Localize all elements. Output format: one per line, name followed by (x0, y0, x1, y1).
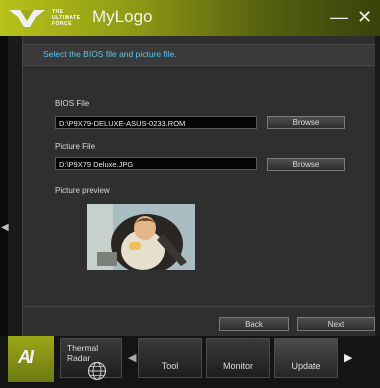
title-bar: THE ULTIMATE FORCE MyLogo — ✕ (0, 0, 380, 36)
next-button[interactable]: Next (297, 317, 375, 331)
bios-file-label: BIOS File (55, 99, 90, 108)
left-rail: ◀ (0, 36, 9, 336)
tuf-logo-icon (9, 10, 45, 27)
bios-browse-button[interactable]: Browse (267, 116, 345, 129)
dock-right-arrow-icon[interactable]: ▶ (344, 351, 352, 364)
app-title: MyLogo (92, 7, 153, 26)
update-button[interactable]: Update (274, 338, 338, 378)
thermal-radar-label-line1: Thermal (67, 343, 99, 353)
picture-preview (87, 204, 195, 270)
monitor-label: Monitor (222, 361, 253, 371)
close-button[interactable]: ✕ (357, 7, 372, 27)
brand-tagline: THE ULTIMATE FORCE (52, 9, 81, 27)
left-arrow-icon[interactable]: ◀ (1, 222, 9, 233)
instruction-text: Select the BIOS file and picture file. (43, 49, 177, 59)
back-button[interactable]: Back (219, 317, 289, 331)
tool-button[interactable]: Tool (138, 338, 202, 378)
bottom-dock: AI Thermal Radar ◀ Tool Monitor Update ▶ (0, 336, 380, 388)
footer-divider (22, 306, 374, 307)
instruction-bar: Select the BIOS file and picture file. (23, 44, 375, 66)
thermal-radar-button[interactable]: Thermal Radar (60, 338, 122, 381)
picture-file-label: Picture File (55, 142, 96, 151)
bios-file-field[interactable]: D:\P9X79-DELUXE-ASUS-0233.ROM (55, 116, 257, 129)
tool-label: Tool (161, 361, 179, 371)
dock-left-arrow-icon[interactable]: ◀ (128, 351, 136, 364)
ai-suite-button[interactable]: AI (8, 336, 54, 382)
picture-file-field[interactable]: D:\P9X79 Deluxe.JPG (55, 157, 257, 170)
monitor-button[interactable]: Monitor (206, 338, 270, 378)
picture-browse-button[interactable]: Browse (267, 158, 345, 171)
minimize-button[interactable]: — (330, 7, 348, 27)
radar-globe-icon (87, 361, 107, 381)
mylogo-panel: Select the BIOS file and picture file. B… (22, 36, 375, 336)
picture-preview-label: Picture preview (55, 186, 110, 195)
ai-suite-label: AI (18, 347, 34, 367)
update-label: Update (291, 361, 321, 371)
